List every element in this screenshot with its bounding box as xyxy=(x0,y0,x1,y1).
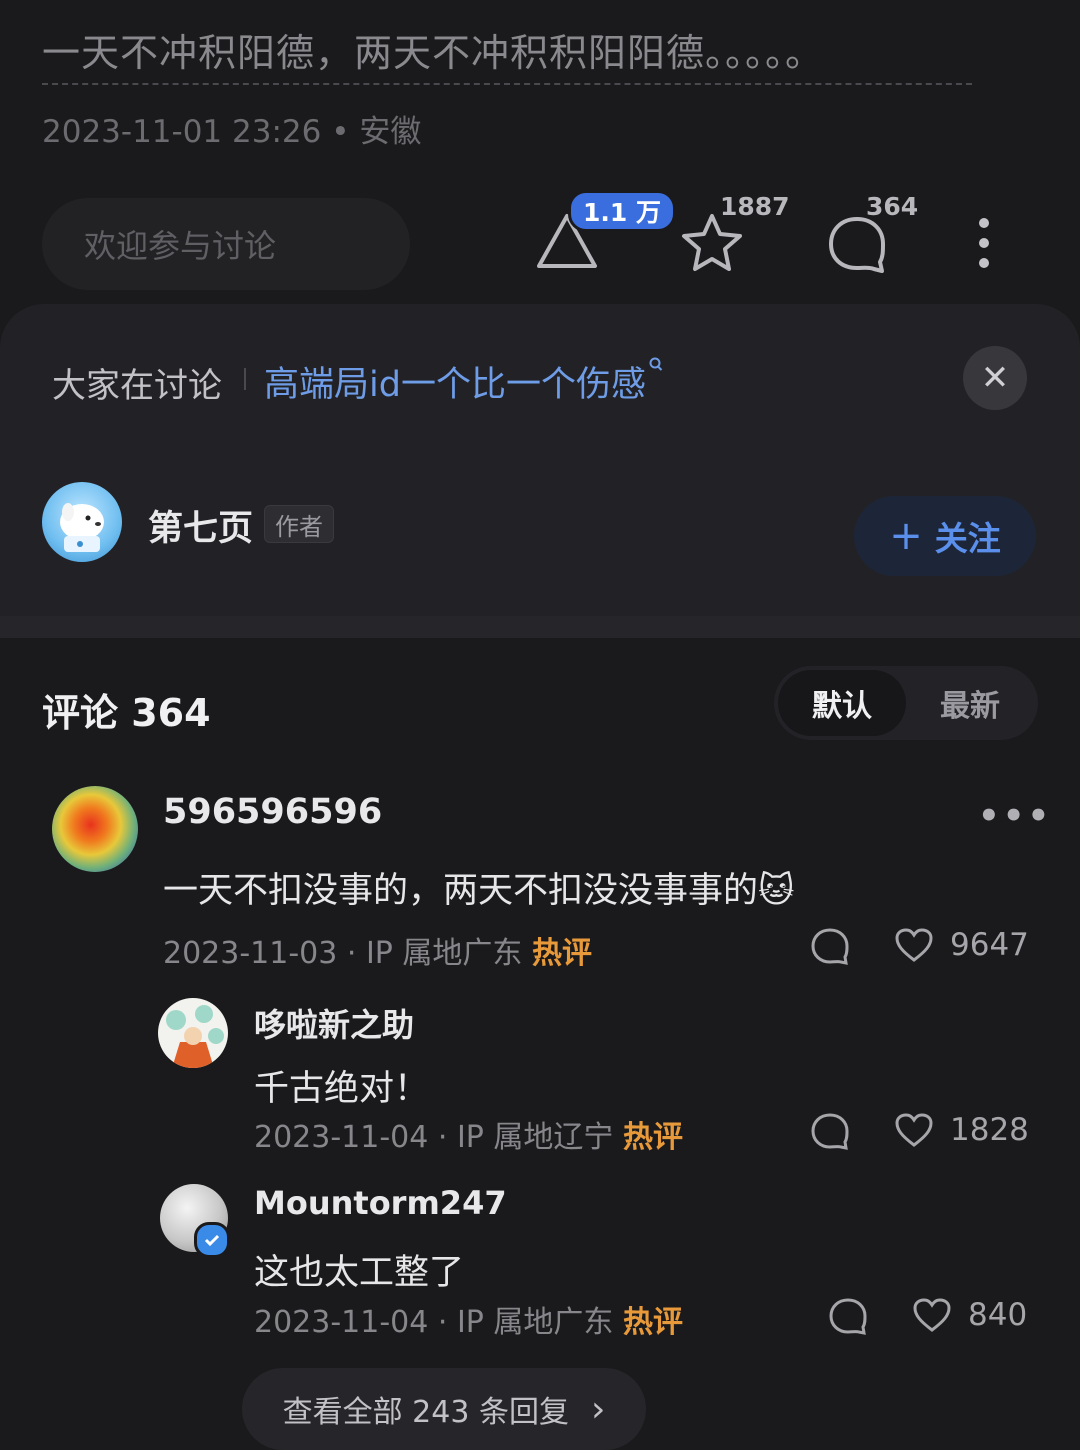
reply-avatar[interactable] xyxy=(158,998,228,1068)
doraemon-avatar-icon xyxy=(166,1005,224,1068)
more-options-button[interactable] xyxy=(968,212,1000,274)
follow-label: 关注 xyxy=(934,519,1001,558)
reply-meta: 2023-11-04 · IP 属地广东 热评 xyxy=(254,1297,683,1341)
like-count-badge: 1.1 万 xyxy=(568,190,676,232)
reply-username[interactable]: 哆啦新之助 xyxy=(254,1000,414,1046)
reply-date-location: 2023-11-04 · IP 属地辽宁 xyxy=(254,1120,614,1155)
heart-icon xyxy=(913,1298,951,1332)
reply-username[interactable]: Mountorm247 xyxy=(254,1184,507,1222)
like-count: 840 xyxy=(968,1297,1028,1333)
author-avatar[interactable] xyxy=(42,482,122,562)
sort-toggle: 默认 最新 xyxy=(774,666,1038,740)
more-vertical-icon xyxy=(979,218,989,268)
comment-more-icon[interactable]: ••• xyxy=(978,796,1052,836)
heart-icon xyxy=(895,1113,933,1147)
reply-bubble-icon xyxy=(811,928,849,965)
reply-meta: 2023-11-04 · IP 属地辽宁 热评 xyxy=(254,1112,683,1156)
follow-button[interactable]: + 关注 xyxy=(854,496,1036,576)
comment-bubble-icon xyxy=(829,217,885,273)
favorite-count: 1887 xyxy=(720,192,790,221)
verified-icon xyxy=(194,1222,230,1258)
comment-avatar[interactable] xyxy=(52,786,138,872)
comments-title: 评论 364 xyxy=(42,691,211,735)
reply-text: 千古绝对！ xyxy=(254,1069,430,1109)
close-icon: ✕ xyxy=(980,358,1010,398)
sort-latest-tab[interactable]: 最新 xyxy=(906,670,1034,736)
author-badge: 作者 xyxy=(264,505,334,543)
comment-body: 一天不扣没事的，两天不扣没没事事的 xyxy=(163,871,759,911)
post-meta: 2023-11-01 23:26 • 安徽 xyxy=(42,114,422,150)
like-button[interactable]: 9647 xyxy=(894,927,1029,963)
comment-meta: 2023-11-03 · IP 属地广东 热评 xyxy=(163,928,592,972)
discussion-input[interactable]: 欢迎参与讨论 xyxy=(42,198,410,290)
dog-avatar-icon xyxy=(60,503,104,552)
comment-count: 364 xyxy=(866,192,919,221)
hot-comment-badge: 热评 xyxy=(531,936,592,971)
reply-bubble-icon xyxy=(811,1113,849,1150)
like-count: 9647 xyxy=(950,927,1029,963)
comment-button[interactable] xyxy=(824,212,890,276)
like-button[interactable]: 840 xyxy=(912,1297,1027,1333)
view-all-label: 查看全部 243 条回复 xyxy=(282,1395,569,1430)
discussion-topic-link[interactable]: 高端局id一个比一个伤感 xyxy=(264,356,664,407)
like-button[interactable]: 1828 xyxy=(894,1112,1029,1148)
reply-button[interactable] xyxy=(828,1296,868,1340)
section-divider xyxy=(0,616,1080,638)
comment-username[interactable]: 596596596 xyxy=(163,792,382,832)
search-icon xyxy=(649,357,663,371)
like-count: 1828 xyxy=(950,1112,1029,1148)
discussion-separator xyxy=(244,368,246,390)
view-all-replies-button[interactable]: 查看全部 243 条回复 › xyxy=(242,1368,646,1450)
heart-icon xyxy=(895,928,933,962)
close-button[interactable]: ✕ xyxy=(963,346,1027,410)
comment-date-location: 2023-11-03 · IP 属地广东 xyxy=(163,936,523,971)
reply-button[interactable] xyxy=(810,926,850,970)
author-name[interactable]: 第七页 xyxy=(148,500,253,551)
cat-emoji-icon: 🐱 xyxy=(758,871,795,911)
sort-default-tab[interactable]: 默认 xyxy=(778,670,906,736)
discussion-label: 大家在讨论 xyxy=(52,366,222,406)
reply-button[interactable] xyxy=(810,1111,850,1155)
chevron-right-icon: › xyxy=(590,1388,606,1430)
comment-text: 一天不扣没事的，两天不扣没没事事的🐱 xyxy=(163,862,795,913)
plus-icon: + xyxy=(889,513,923,559)
reply-text: 这也太工整了 xyxy=(254,1253,465,1293)
reply-date-location: 2023-11-04 · IP 属地广东 xyxy=(254,1305,614,1340)
post-title: 一天不冲积阳德，两天不冲积积阳阳德。。。。。 xyxy=(42,22,972,85)
reply-bubble-icon xyxy=(829,1298,867,1335)
discussion-topic-text: 高端局id一个比一个伤感 xyxy=(264,365,646,405)
hot-comment-badge: 热评 xyxy=(622,1305,683,1340)
hot-comment-badge: 热评 xyxy=(622,1120,683,1155)
